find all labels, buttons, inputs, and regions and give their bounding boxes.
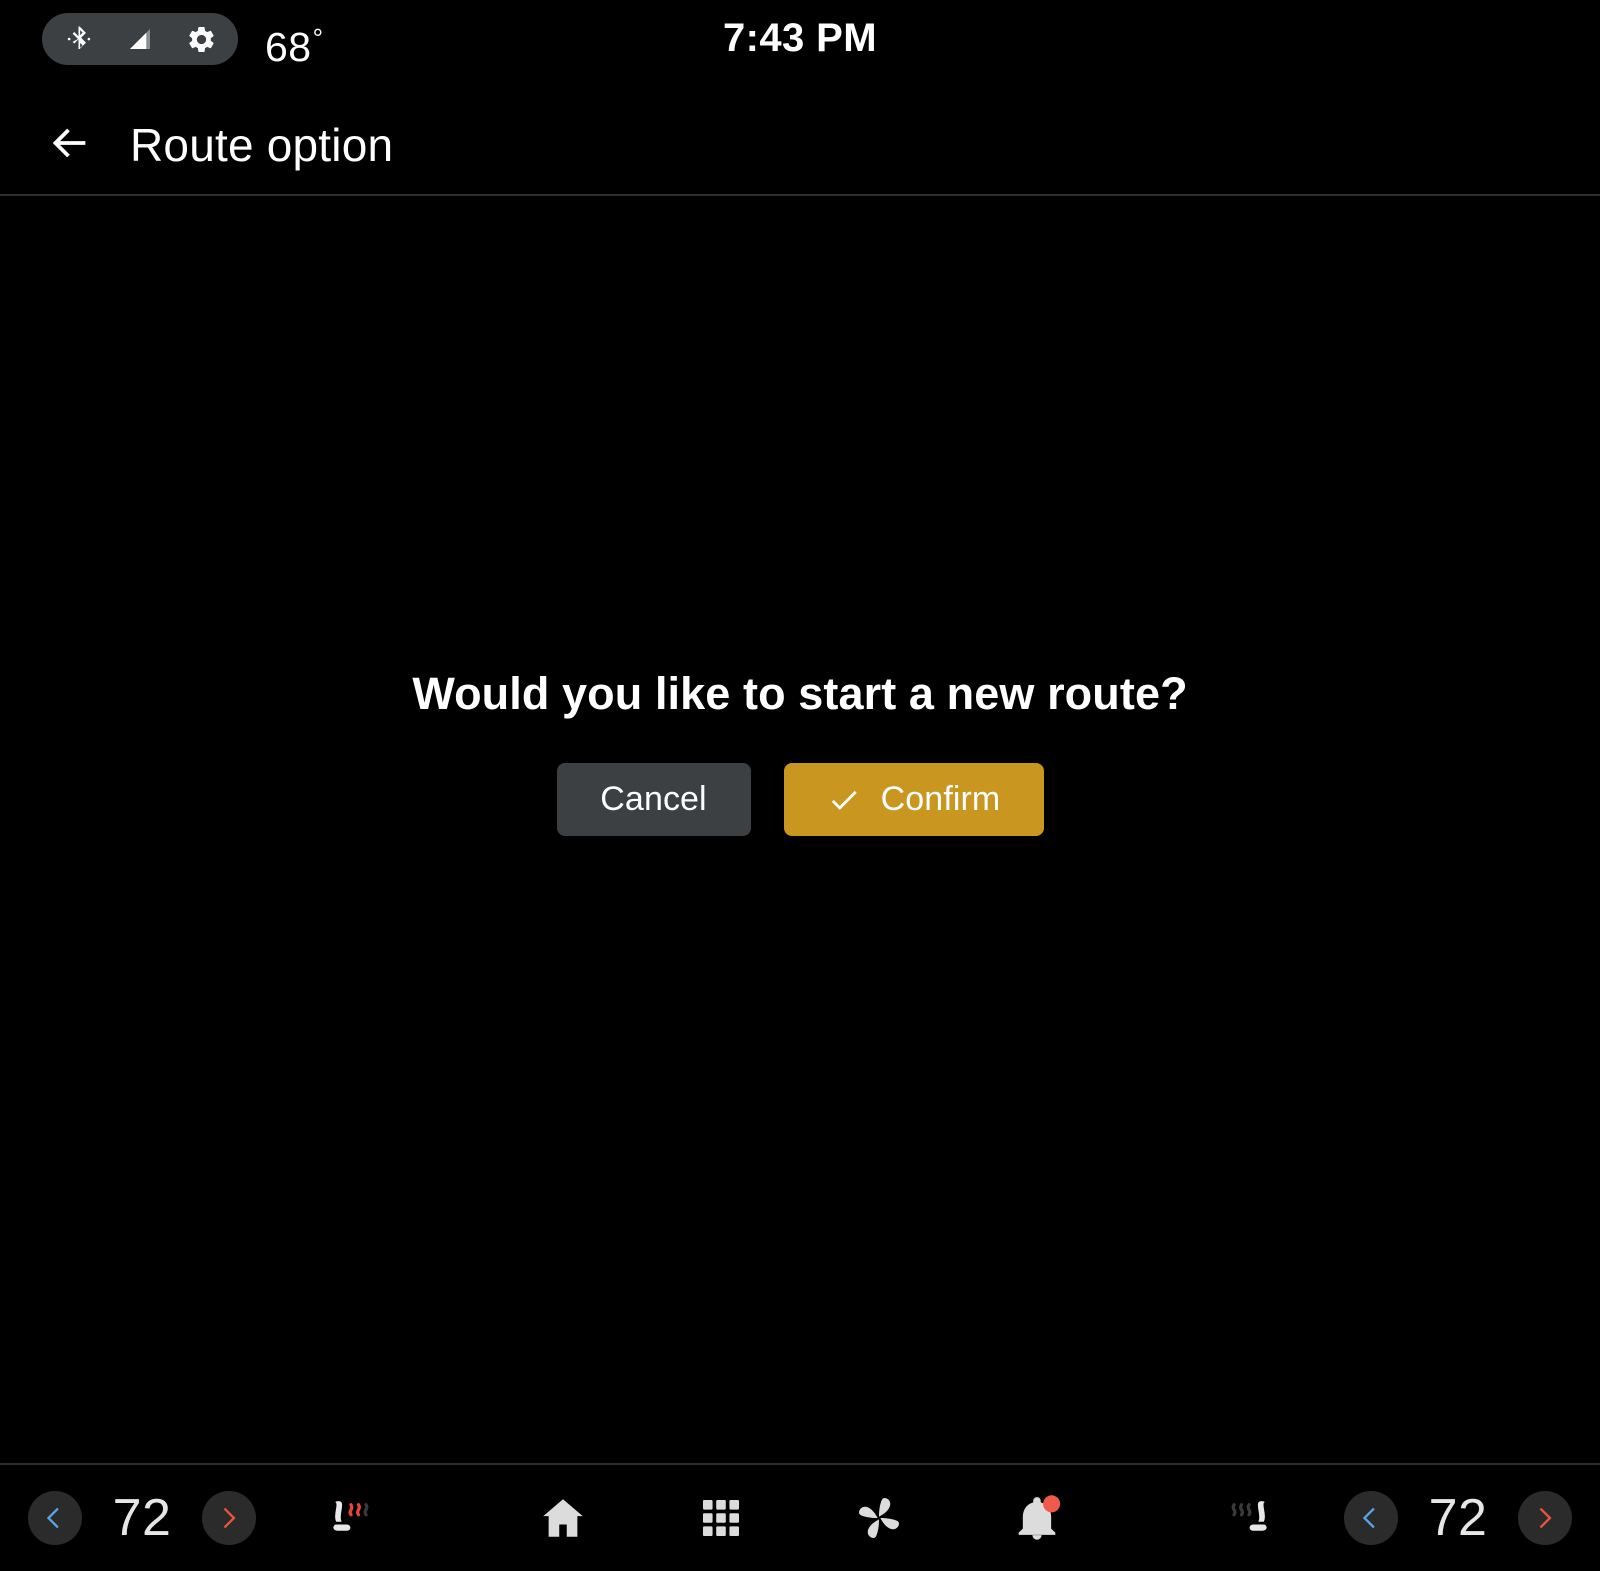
driver-temp-decrease-button[interactable] — [28, 1491, 82, 1545]
climate-fan-icon — [859, 1498, 899, 1538]
status-bar: 68° 7:43 PM — [0, 0, 1600, 78]
cancel-button-label: Cancel — [600, 780, 707, 818]
chevron-left-icon — [46, 1507, 59, 1529]
driver-climate-control: 72 — [28, 1465, 388, 1571]
chevron-left-icon — [1362, 1507, 1375, 1529]
check-icon — [827, 783, 861, 817]
notification-badge — [1043, 1495, 1061, 1513]
passenger-temp-decrease-button[interactable] — [1344, 1491, 1398, 1545]
heated-seat-icon — [1231, 1501, 1267, 1531]
home-icon — [543, 1499, 583, 1537]
confirm-route-dialog: Would you like to start a new route? Can… — [0, 664, 1600, 836]
page-title: Route option — [130, 119, 394, 171]
confirm-button-label: Confirm — [880, 780, 1001, 818]
apps-grid-icon — [702, 1499, 740, 1537]
nav-climate-button[interactable] — [841, 1480, 917, 1556]
status-clock: 7:43 PM — [723, 16, 877, 60]
chevron-right-icon — [223, 1507, 236, 1529]
nav-home-button[interactable] — [525, 1480, 601, 1556]
main-content: Would you like to start a new route? Can… — [0, 196, 1600, 1463]
cancel-button[interactable]: Cancel — [556, 763, 751, 836]
back-arrow-icon — [47, 120, 93, 171]
driver-temp-increase-button[interactable] — [202, 1491, 256, 1545]
notification-bell-icon — [1018, 1495, 1061, 1540]
passenger-heated-seat-button[interactable] — [1212, 1482, 1284, 1554]
driver-heated-seat-button[interactable] — [316, 1482, 388, 1554]
dialog-actions: Cancel Confirm — [0, 763, 1600, 836]
app-header: Route option — [0, 95, 1600, 195]
bottom-bar: 72 72 — [0, 1465, 1600, 1571]
back-button[interactable] — [33, 108, 107, 182]
passenger-temperature-value: 72 — [1428, 1489, 1488, 1547]
dialog-message: Would you like to start a new route? — [412, 668, 1188, 719]
nav-apps-button[interactable] — [683, 1480, 759, 1556]
driver-temperature-value: 72 — [112, 1489, 172, 1547]
heated-seat-icon — [333, 1501, 369, 1531]
confirm-button[interactable]: Confirm — [783, 763, 1044, 836]
nav-notifications-button[interactable] — [999, 1480, 1075, 1556]
chevron-right-icon — [1539, 1507, 1552, 1529]
passenger-temp-increase-button[interactable] — [1518, 1491, 1572, 1545]
passenger-climate-control: 72 — [1212, 1465, 1572, 1571]
